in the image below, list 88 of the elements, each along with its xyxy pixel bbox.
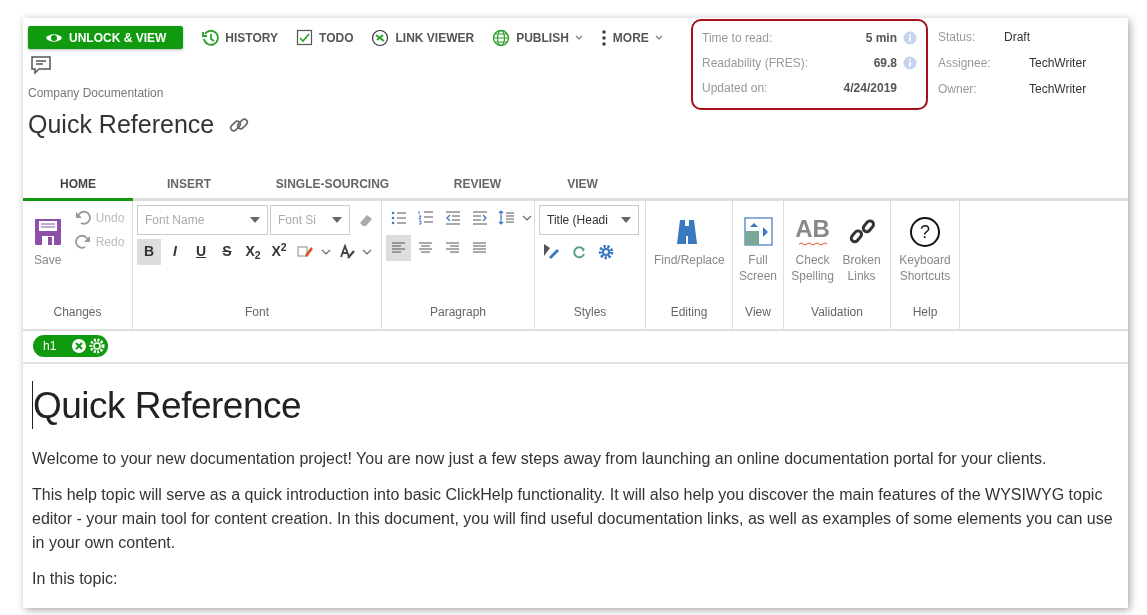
stat-label: Updated on:	[702, 79, 769, 97]
help-icon[interactable]: ?	[910, 216, 940, 247]
ribbon-tab[interactable]: VIEW	[535, 170, 630, 201]
tag-label: h1	[43, 338, 58, 355]
ribbon-tab[interactable]: REVIEW	[420, 170, 535, 201]
close-icon[interactable]	[71, 338, 87, 354]
group-label: View	[744, 303, 772, 321]
ribbon-tab[interactable]: SINGLE-SOURCING	[245, 170, 420, 201]
meta-label: Owner:	[938, 80, 978, 98]
dropdown-arrow-icon	[250, 216, 260, 223]
meta-value: Draft	[1004, 28, 1030, 46]
ribbon-tab[interactable]: INSERT	[133, 170, 245, 201]
undo-icon	[74, 210, 91, 225]
redo-icon	[74, 234, 91, 249]
full-screen-icon	[743, 217, 773, 246]
stat-value: 5 min	[865, 29, 897, 47]
align-button[interactable]	[386, 234, 411, 261]
toolbar-button[interactable]: PUBLISH	[490, 26, 585, 49]
format-button[interactable]: U	[189, 238, 213, 265]
paragraph: This help topic will serve as a quick introduction into basic ClickHelp functionality. It will also help you discover the main features of the WYSIWYG topic editor - your main tool for content creation. In this document, you will find useful documentation links, as well as examples of some elements you can use in your own content.	[32, 485, 1114, 553]
group-label: Editing	[669, 303, 709, 321]
toolbar-button[interactable]: LINK VIEWER	[369, 26, 477, 49]
refresh-icon[interactable]	[571, 244, 586, 259]
meta-value: TechWriter	[1029, 54, 1087, 72]
dots-icon	[600, 28, 607, 47]
toolbar-button[interactable]: HISTORY	[199, 26, 281, 49]
chain-icon	[847, 217, 876, 246]
topic-title: Quick Reference	[28, 109, 215, 140]
checkbox-icon	[296, 29, 314, 46]
stat-label: Readability (FRES):	[702, 54, 810, 72]
align-center-icon	[418, 241, 433, 254]
button-label[interactable]: Keyboard Shortcuts	[898, 251, 952, 284]
format-button[interactable]: B	[137, 238, 161, 265]
clock-icon	[201, 28, 220, 47]
paragraph: In this topic:	[32, 569, 119, 589]
text-cursor	[32, 381, 33, 430]
ribbon-button[interactable]: Find/Replace	[651, 204, 727, 303]
outdent-icon[interactable]	[444, 210, 461, 225]
toolbar-button[interactable]: UNLOCK & VIEW	[28, 26, 184, 49]
format-button[interactable]: S	[215, 238, 239, 265]
numbered-list-icon[interactable]	[417, 210, 434, 225]
caret-icon[interactable]	[362, 248, 372, 255]
text-color-icon[interactable]	[338, 243, 355, 260]
meta-label: Status:	[938, 28, 977, 46]
toolbar-button[interactable]: TODO	[294, 26, 356, 49]
indent-icon[interactable]	[471, 210, 488, 225]
toolbar-button[interactable]: MORE	[598, 26, 665, 49]
stat-value: 4/24/2019	[843, 79, 897, 97]
breadcrumb[interactable]: Company Documentation	[28, 84, 691, 102]
group-label: Paragraph	[428, 303, 487, 321]
group-label: Changes	[52, 303, 103, 321]
group-label: Validation	[810, 303, 864, 321]
stat-label: Time to read:	[702, 29, 774, 47]
style-pencil-icon[interactable]	[543, 243, 560, 260]
bullet-list-icon[interactable]	[390, 210, 407, 225]
justify-icon	[472, 241, 487, 254]
group-label: Font	[244, 303, 270, 321]
ribbon-tab[interactable]: HOME	[23, 170, 133, 201]
document-heading: Quick Reference	[33, 383, 302, 428]
ribbon-button[interactable]: Save	[30, 204, 65, 303]
format-button[interactable]: X$^{2}$	[267, 238, 291, 265]
globe-icon	[492, 28, 511, 47]
format-button[interactable]: I	[163, 238, 187, 265]
wavy-underline-icon	[797, 241, 828, 246]
element-tag[interactable]: h1	[33, 335, 108, 357]
line-spacing-icon[interactable]	[498, 210, 515, 225]
comment-icon[interactable]	[30, 55, 52, 75]
button-icon[interactable]: AB	[795, 214, 830, 249]
group-label: Styles	[572, 303, 608, 321]
caret-icon[interactable]	[522, 214, 532, 221]
stat-value: 69.8	[873, 54, 897, 72]
ribbon-button[interactable]: Full Screen	[736, 204, 780, 303]
meta-label: Assignee:	[938, 54, 992, 72]
meta-value: TechWriter	[1029, 80, 1087, 98]
settings-icon[interactable]	[597, 243, 614, 260]
dropdown-arrow-icon	[621, 216, 631, 223]
dropdown-field[interactable]: Title (Headi	[539, 204, 639, 235]
dropdown-arrow-icon	[332, 216, 342, 223]
highlighter-icon[interactable]	[297, 244, 314, 259]
align-left-icon	[391, 241, 406, 254]
align-right-icon	[445, 241, 460, 254]
caret-icon[interactable]	[321, 248, 331, 255]
ribbon-button[interactable]: Broken Links	[837, 204, 886, 303]
icon-glyph: AB	[795, 217, 830, 241]
format-button[interactable]: X$_{2}$	[241, 238, 265, 265]
paragraph: Welcome to your new documentation project! You are now just a few steps away from launching an online documentation portal for your clients.	[32, 449, 1048, 469]
group-label: Help	[911, 303, 939, 321]
button-label[interactable]: Check Spelling	[791, 251, 835, 284]
